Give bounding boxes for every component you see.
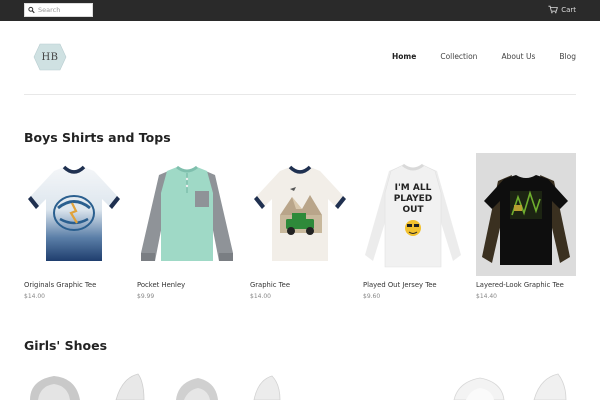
product-image[interactable] — [530, 372, 570, 400]
search-input[interactable] — [38, 4, 92, 16]
henley-image — [141, 165, 233, 261]
svg-text:I'M ALL: I'M ALL — [395, 183, 432, 193]
svg-text:PLAYED: PLAYED — [394, 194, 433, 204]
product-image[interactable] — [24, 153, 124, 276]
header-divider — [24, 94, 576, 95]
product-name[interactable]: Originals Graphic Tee — [24, 281, 96, 289]
product-name[interactable]: Played Out Jersey Tee — [363, 281, 437, 289]
jeep-tee-image — [254, 165, 346, 261]
product-price: $14.40 — [476, 293, 497, 300]
product-price: $9.60 — [363, 293, 381, 300]
product-image[interactable] — [250, 372, 284, 400]
cart-label: Cart — [561, 5, 576, 14]
section-title-girls-shoes: Girls' Shoes — [24, 338, 108, 353]
product-name[interactable]: Pocket Henley — [137, 281, 185, 289]
product-card[interactable]: Graphic Tee $14.00 — [250, 153, 350, 300]
tshirt-image — [28, 165, 120, 261]
nav-home[interactable]: Home — [392, 52, 416, 61]
product-card[interactable]: I'M ALL PLAYED OUT Played Out Jersey Tee… — [363, 153, 463, 300]
layered-tee-image — [482, 175, 570, 265]
nav-collection[interactable]: Collection — [440, 52, 477, 61]
product-name[interactable]: Graphic Tee — [250, 281, 290, 289]
product-image[interactable] — [476, 153, 576, 276]
product-image[interactable] — [172, 372, 222, 400]
product-image[interactable] — [250, 153, 350, 276]
product-image[interactable]: I'M ALL PLAYED OUT — [363, 153, 463, 276]
product-image[interactable] — [137, 153, 237, 276]
search-box[interactable] — [24, 3, 93, 17]
product-price: $14.00 — [24, 293, 45, 300]
played-out-tee-image: I'M ALL PLAYED OUT — [365, 163, 461, 268]
product-name[interactable]: Layered-Look Graphic Tee — [476, 281, 564, 289]
svg-text:OUT: OUT — [402, 205, 424, 215]
cart-link[interactable]: Cart — [548, 5, 576, 14]
product-price: $9.99 — [137, 293, 155, 300]
product-image[interactable] — [450, 372, 508, 400]
product-card[interactable]: Pocket Henley $9.99 — [137, 153, 237, 300]
section-title-boys-shirts: Boys Shirts and Tops — [24, 130, 171, 145]
cart-icon — [548, 5, 559, 14]
product-price: $14.00 — [250, 293, 271, 300]
product-card[interactable]: Originals Graphic Tee $14.00 — [24, 153, 124, 300]
product-card[interactable]: Layered-Look Graphic Tee $14.40 — [476, 153, 576, 300]
store-logo[interactable]: HB — [33, 43, 67, 71]
nav-blog[interactable]: Blog — [559, 52, 576, 61]
main-nav: Home Collection About Us Blog — [368, 52, 576, 61]
product-image[interactable] — [24, 372, 84, 400]
logo-text: HB — [41, 51, 59, 63]
product-image[interactable] — [112, 372, 148, 400]
top-bar: Cart — [0, 0, 600, 21]
nav-about-us[interactable]: About Us — [501, 52, 535, 61]
search-icon — [28, 6, 35, 14]
